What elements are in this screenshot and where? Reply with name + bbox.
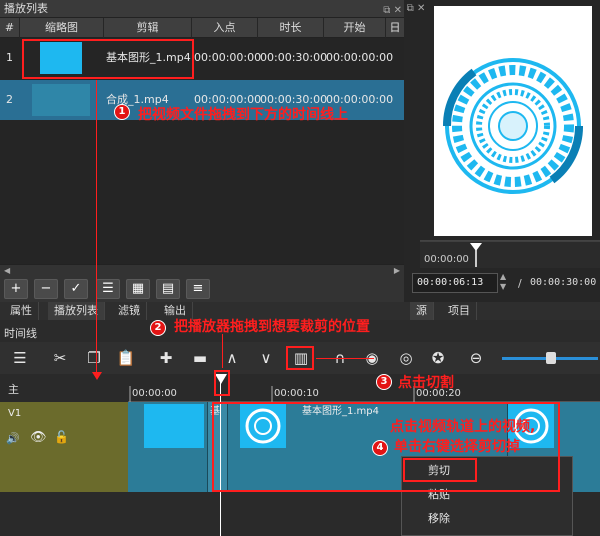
annotation-step2: 把播放器拖拽到想要裁剪的位置 [174, 319, 370, 335]
tab-project[interactable]: 项目 [442, 302, 477, 320]
copy-icon[interactable]: ❐ [84, 348, 104, 368]
playlist-toolbar: + − ✓ ☰ ▦ ▤ ≡ [0, 276, 404, 302]
preview-timecode-row: 00:00:06:13 ▲ ▼ / 00:00:30:00 [404, 268, 600, 298]
add-icon[interactable]: + [4, 279, 28, 299]
preview-scrubber[interactable]: 00:00:00 [420, 240, 600, 268]
preview-tabs: 源 项目 [404, 302, 600, 320]
track-name: V1 [8, 408, 22, 419]
step-badge: 2 [150, 320, 166, 336]
detail-view-icon[interactable]: ▤ [156, 279, 180, 299]
timecode-spin-icon[interactable]: ▲ ▼ [500, 272, 506, 292]
row-num: 1 [6, 51, 13, 64]
step-badge: 1 [114, 104, 130, 120]
annotation-step1: 把视频文件拖拽到下方的时间线上 [138, 107, 348, 123]
lift-icon[interactable]: ∧ [222, 348, 242, 368]
menu-item-remove[interactable]: 移除 [402, 507, 574, 531]
row-duration: 00:00:30:00 [260, 51, 328, 64]
timeline-ruler[interactable]: 00:00:00 00:00:10 00:00:20 [128, 382, 600, 402]
ripple-icon[interactable]: ◎ [396, 348, 416, 368]
step2-arrow-line [222, 334, 223, 368]
tab-source[interactable]: 源 [410, 302, 434, 320]
annotation-step3: 点击切割 [398, 375, 454, 391]
row-num: 2 [6, 93, 13, 106]
col-start[interactable]: 开始 [324, 18, 386, 38]
highlight-cut-menu-item [403, 458, 477, 482]
menu-icon[interactable]: ≡ [186, 279, 210, 299]
visibility-eye-icon[interactable]: 👁 [30, 430, 47, 445]
highlight-playlist-clip [22, 39, 194, 79]
total-duration: 00:00:30:00 [530, 277, 597, 288]
zoom-out-icon[interactable]: ⊖ [466, 348, 486, 368]
track-header-main: 主 [8, 383, 19, 396]
playlist-title-bar: 播放列表 ⧉ ✕ [0, 0, 404, 18]
tab-filters[interactable]: 滤镜 [112, 302, 147, 320]
col-clip[interactable]: 剪辑 [104, 18, 192, 38]
remove-icon[interactable]: − [34, 279, 58, 299]
lock-icon[interactable]: 🔓 [54, 430, 69, 444]
track-header-v1: V1 🔊 👁 🔓 [0, 402, 128, 492]
update-check-icon[interactable]: ✓ [64, 279, 88, 299]
list-view-icon[interactable]: ☰ [96, 279, 120, 299]
ruler-tick-label: 00:00:00 [132, 388, 177, 399]
mute-icon[interactable]: 🔊 [6, 432, 20, 445]
col-thumbnail[interactable]: 缩略图 [20, 18, 104, 38]
annotation-step4-line1: 点击视频轨道上的视频, [390, 419, 536, 435]
zoom-slider-handle[interactable] [546, 352, 556, 364]
time-separator: / [518, 277, 522, 290]
paste-icon[interactable]: 📋 [116, 348, 136, 368]
col-duration[interactable]: 时长 [258, 18, 324, 38]
row-in: 00:00:00:00 [194, 51, 262, 64]
grid-view-icon[interactable]: ▦ [126, 279, 150, 299]
row-thumbnail [32, 84, 90, 116]
overwrite-icon[interactable]: ∨ [256, 348, 276, 368]
highlight-split-button [286, 346, 314, 370]
current-timecode-input[interactable]: 00:00:06:13 [412, 273, 498, 293]
playlist-header: # 缩略图 剪辑 入点 时长 开始 日 [0, 18, 404, 38]
col-date[interactable]: 日 [386, 18, 404, 38]
timeline-clip[interactable] [128, 402, 208, 492]
drag-arrow-line [96, 80, 97, 378]
step-badge: 4 [372, 440, 388, 456]
preview-ruler-label: 00:00:00 [424, 254, 469, 265]
remove-icon[interactable]: ▬ [190, 348, 210, 368]
highlight-playhead [214, 370, 230, 396]
append-icon[interactable]: ✚ [156, 348, 176, 368]
clip-thumbnail [144, 404, 204, 448]
panel-float-close-icons[interactable]: ⧉ ✕ [404, 0, 428, 18]
ripple-all-icon[interactable]: ✪ [428, 348, 448, 368]
cut-scissors-icon[interactable]: ✂ [50, 348, 70, 368]
col-in[interactable]: 入点 [192, 18, 258, 38]
playlist-title: 播放列表 [4, 2, 48, 15]
row-start: 00:00:00:00 [326, 51, 394, 64]
col-num[interactable]: # [0, 18, 20, 38]
playlist-horizontal-scrollbar[interactable]: ◀ ▶ [0, 264, 404, 276]
hud-circle-graphic [442, 58, 584, 194]
step3-arrow-line [316, 358, 374, 359]
video-preview[interactable] [434, 6, 592, 236]
ruler-tick-label: 00:00:10 [274, 388, 319, 399]
drag-arrow-head-icon [92, 372, 102, 380]
annotation-step4-line2: 单击右键选择剪切掉 [394, 439, 520, 455]
menu-icon[interactable]: ☰ [10, 348, 30, 368]
tab-properties[interactable]: 属性 [4, 302, 39, 320]
step-badge: 3 [376, 374, 392, 390]
